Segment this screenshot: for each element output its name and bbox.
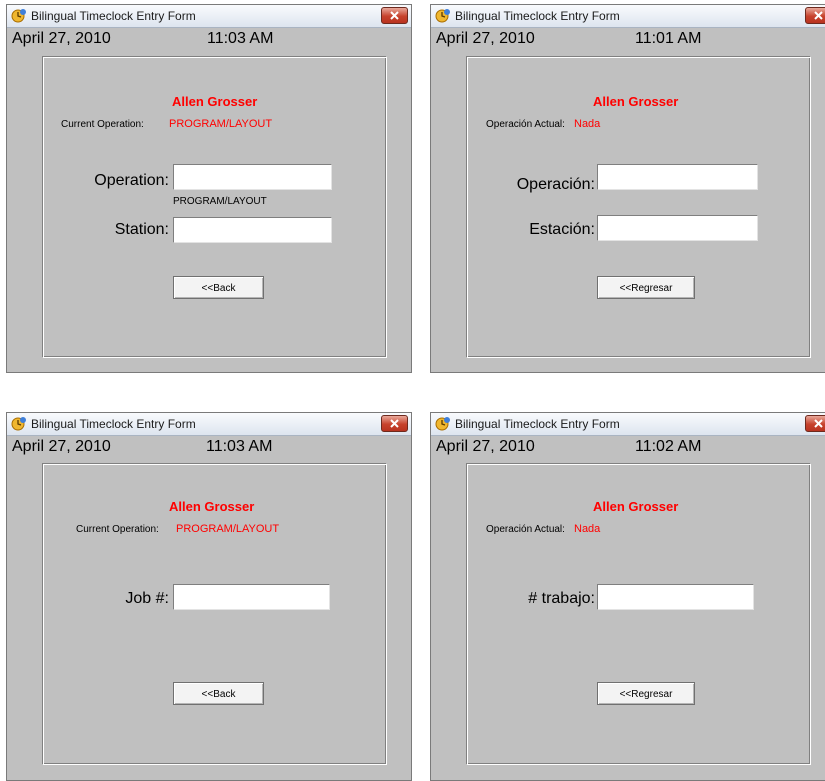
back-button[interactable]: <<Back: [173, 682, 264, 705]
job-number-input[interactable]: [173, 584, 330, 610]
current-operation-value: Nada: [574, 523, 601, 535]
time-display: 11:03 AM: [206, 438, 273, 455]
job-number-label: Job #:: [125, 590, 169, 607]
current-operation-label: Operación Actual:: [486, 119, 565, 130]
employee-name: Allen Grosser: [593, 499, 679, 514]
timeclock-app-icon: [11, 9, 26, 23]
close-button[interactable]: [381, 7, 408, 24]
employee-name: Allen Grosser: [172, 94, 258, 109]
timeclock-window-english-operation: Bilingual Timeclock Entry Form April 27,…: [6, 4, 412, 373]
estacion-label: Estación:: [529, 221, 595, 238]
title-bar: Bilingual Timeclock Entry Form: [431, 5, 825, 28]
close-button[interactable]: [381, 415, 408, 432]
regresar-button[interactable]: <<Regresar: [597, 682, 695, 705]
operation-input[interactable]: [173, 164, 332, 190]
employee-name: Allen Grosser: [169, 499, 255, 514]
timeclock-app-icon: [11, 417, 26, 431]
employee-name: Allen Grosser: [593, 94, 679, 109]
close-icon: [814, 419, 823, 428]
regresar-button[interactable]: <<Regresar: [597, 276, 695, 299]
close-icon: [390, 11, 399, 20]
current-operation-label: Current Operation:: [61, 119, 144, 130]
timeclock-app-icon: [435, 9, 450, 23]
current-operation-label: Operación Actual:: [486, 524, 565, 535]
operation-label: Operation:: [94, 172, 169, 189]
operation-hint: PROGRAM/LAYOUT: [173, 196, 267, 207]
trabajo-input[interactable]: [597, 584, 754, 610]
close-icon: [814, 11, 823, 20]
time-display: 11:01 AM: [635, 30, 702, 47]
date-display: April 27, 2010: [12, 438, 111, 455]
time-display: 11:03 AM: [207, 30, 274, 47]
station-label: Station:: [114, 221, 169, 238]
timeclock-app-icon: [435, 417, 450, 431]
back-button[interactable]: <<Back: [173, 276, 264, 299]
timeclock-window-english-job: Bilingual Timeclock Entry Form April 27,…: [6, 412, 412, 781]
window-title: Bilingual Timeclock Entry Form: [455, 417, 620, 431]
station-input[interactable]: [173, 217, 332, 243]
current-operation-value: PROGRAM/LAYOUT: [176, 523, 280, 535]
timeclock-window-spanish-operation: Bilingual Timeclock Entry Form April 27,…: [430, 4, 825, 373]
current-operation-label: Current Operation:: [76, 524, 159, 535]
date-display: April 27, 2010: [12, 30, 111, 47]
current-operation-value: PROGRAM/LAYOUT: [169, 118, 273, 130]
operacion-label: Operación:: [516, 176, 595, 193]
title-bar: Bilingual Timeclock Entry Form: [431, 413, 825, 436]
close-button[interactable]: [805, 7, 825, 24]
close-button[interactable]: [805, 415, 825, 432]
current-operation-value: Nada: [574, 118, 601, 130]
trabajo-label: # trabajo:: [528, 590, 595, 607]
window-title: Bilingual Timeclock Entry Form: [455, 9, 620, 23]
estacion-input[interactable]: [597, 215, 758, 241]
close-icon: [390, 419, 399, 428]
operacion-input[interactable]: [597, 164, 758, 190]
title-bar: Bilingual Timeclock Entry Form: [7, 5, 411, 28]
window-title: Bilingual Timeclock Entry Form: [31, 9, 196, 23]
window-title: Bilingual Timeclock Entry Form: [31, 417, 196, 431]
date-display: April 27, 2010: [436, 30, 535, 47]
timeclock-window-spanish-job: Bilingual Timeclock Entry Form April 27,…: [430, 412, 825, 781]
title-bar: Bilingual Timeclock Entry Form: [7, 413, 411, 436]
time-display: 11:02 AM: [635, 438, 702, 455]
date-display: April 27, 2010: [436, 438, 535, 455]
